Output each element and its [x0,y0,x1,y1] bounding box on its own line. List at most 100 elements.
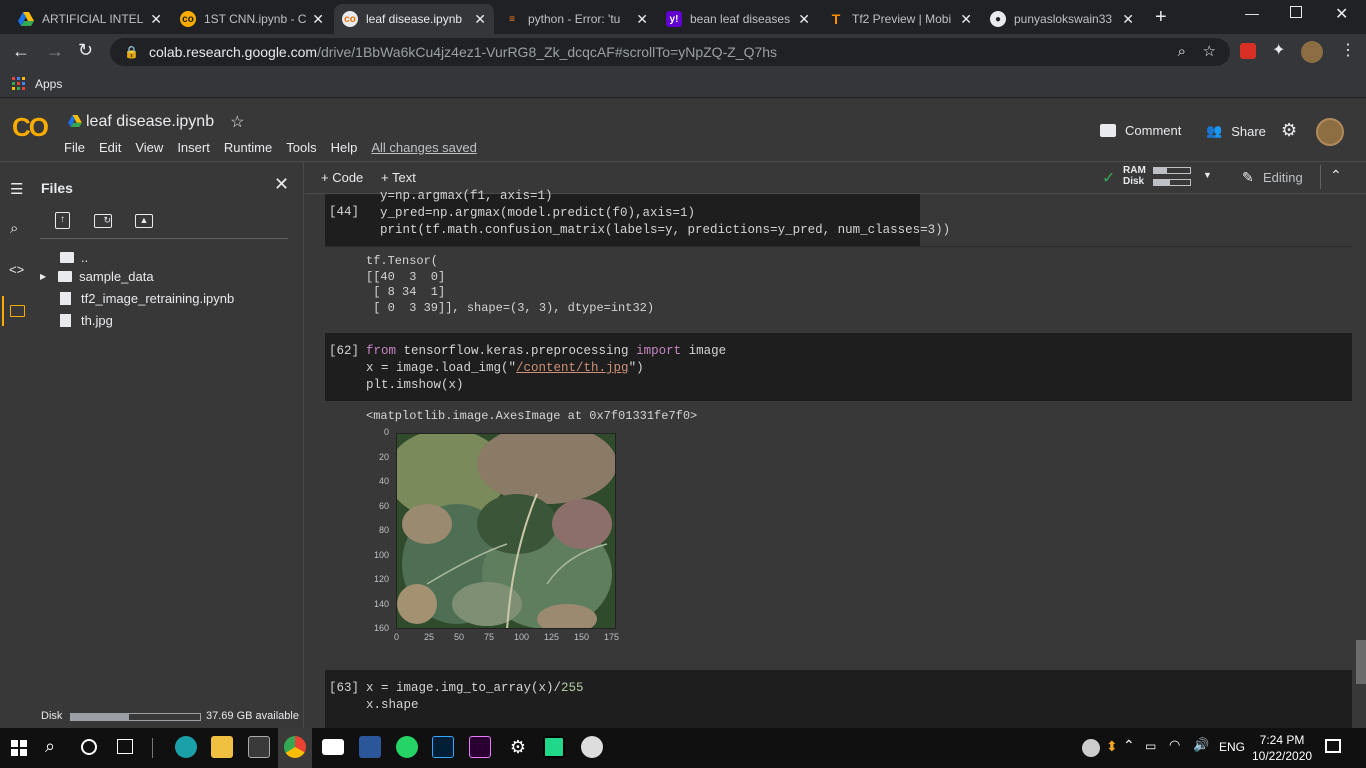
notebook-title[interactable]: leaf disease.ipynb [86,113,214,131]
task-view-icon[interactable] [117,739,133,754]
close-tab-icon[interactable]: ✕ [474,11,486,28]
minimize-icon[interactable]: — [1245,5,1259,21]
code-cell[interactable]: [44] y=np.argmax(f1, axis=1) y_pred=np.a… [325,189,950,246]
close-tab-icon[interactable]: ✕ [960,11,972,28]
code-line[interactable]: print(tf.math.confusion_matrix(labels=y,… [380,222,950,239]
editing-mode[interactable]: Editing [1263,170,1303,185]
apps-bookmark[interactable]: Apps [35,77,62,91]
code-snippets-icon[interactable]: <> [9,262,24,277]
browser-tab[interactable]: ≡ python - Error: 'tu ✕ [496,4,656,34]
colab-logo[interactable]: CO [12,112,49,143]
user-avatar[interactable] [1316,118,1344,146]
whatsapp-icon[interactable] [396,736,418,758]
upload-icon[interactable]: ↑ [55,212,70,229]
battery-icon[interactable]: ▭ [1145,739,1156,753]
code-cell[interactable]: [62] from tensorflow.keras.preprocessing… [325,333,1352,401]
restore-icon[interactable] [1290,6,1302,18]
close-tab-icon[interactable]: ✕ [636,11,648,28]
edge-icon[interactable] [175,736,197,758]
browser-tab[interactable]: T Tf2 Preview | Mobi ✕ [820,4,980,34]
settings-gear-icon[interactable]: ⚙ [1281,120,1297,141]
browser-tab[interactable]: co 1ST CNN.ipynb - C ✕ [172,4,332,34]
resources-dropdown-icon[interactable]: ▼ [1203,170,1212,180]
new-tab-icon[interactable]: + [1155,6,1167,29]
code-line[interactable]: y_pred=np.argmax(model.predict(f0),axis=… [380,205,695,222]
add-code-button[interactable]: + Code [321,170,363,185]
table-of-contents-icon[interactable]: ☰ [10,180,23,198]
mount-drive-icon[interactable]: ▲ [135,214,153,228]
wifi-icon[interactable]: ◠ [1169,737,1180,753]
file-row[interactable]: th.jpg [60,310,113,330]
show-hidden-icons[interactable]: ⌃ [1123,737,1135,754]
menu-edit[interactable]: Edit [99,140,121,155]
back-icon[interactable]: ← [12,41,30,62]
code-line[interactable]: y=np.argmax(f1, axis=1) [380,188,553,205]
bookmark-star-icon[interactable]: ☆ [1203,42,1216,60]
tray-app-icon[interactable] [1082,739,1100,757]
language-indicator[interactable]: ENG [1219,740,1245,754]
premiere-icon[interactable] [469,736,491,758]
string-literal[interactable]: /content/th.jpg [516,361,629,375]
comment-button[interactable]: Comment [1125,123,1181,138]
extensions-puzzle-icon[interactable]: ✦ [1272,40,1285,60]
clock[interactable]: 7:24 PM 10/22/2020 [1252,732,1312,764]
cortana-icon[interactable] [81,739,97,755]
refresh-folder-icon[interactable]: ↻ [94,214,112,228]
app-icon[interactable] [581,736,603,758]
menu-view[interactable]: View [135,140,163,155]
code-cell[interactable]: [63] x = image.img_to_array(x)/255 x.sha… [325,670,1352,728]
menu-help[interactable]: Help [331,140,358,155]
apps-grid-icon[interactable] [12,77,25,90]
file-row-folder[interactable]: ▶ sample_data [40,266,154,286]
share-button[interactable]: Share [1231,124,1266,139]
chrome-menu-icon[interactable]: ⋮ [1340,40,1356,60]
file-row-parent[interactable]: .. [60,247,88,267]
search-icon[interactable]: ⌕ [10,220,18,237]
code-line[interactable]: x.shape [366,697,419,714]
volume-icon[interactable]: 🔊 [1193,737,1209,753]
extension-icon[interactable] [1240,43,1256,59]
file-explorer-icon[interactable] [211,736,233,758]
action-center-icon[interactable] [1325,739,1341,753]
code-line[interactable]: x = image.load_img("/content/th.jpg") [366,360,644,377]
code-line[interactable]: x = image.img_to_array(x)/255 [366,680,584,697]
browser-tab[interactable]: ARTIFICIAL INTELLI ✕ [10,4,170,34]
menu-file[interactable]: File [64,140,85,155]
browser-tab[interactable]: ● punyaslokswain33 ✕ [982,4,1142,34]
resources-widget[interactable]: RAM Disk [1123,165,1146,187]
close-tab-icon[interactable]: ✕ [1122,11,1134,28]
photoshop-icon[interactable] [432,736,454,758]
expand-arrow-icon[interactable]: ▶ [40,272,46,281]
folder-icon[interactable] [10,305,25,317]
close-tab-icon[interactable]: ✕ [150,11,162,28]
menu-tools[interactable]: Tools [286,140,316,155]
profile-avatar[interactable] [1301,41,1323,63]
save-status[interactable]: All changes saved [371,140,477,155]
settings-icon[interactable]: ⚙ [507,736,529,758]
menu-insert[interactable]: Insert [177,140,210,155]
browser-tab-active[interactable]: co leaf disease.ipynb ✕ [334,4,494,34]
close-tab-icon[interactable]: ✕ [798,11,810,28]
window-close-icon[interactable]: ✕ [1335,4,1348,24]
close-tab-icon[interactable]: ✕ [312,11,324,28]
code-line[interactable]: from tensorflow.keras.preprocessing impo… [366,343,726,360]
windows-start-icon[interactable] [11,740,27,756]
file-row[interactable]: tf2_image_retraining.ipynb [60,288,234,308]
chrome-icon[interactable] [284,736,306,758]
mail-icon[interactable] [322,739,344,755]
add-text-button[interactable]: + Text [381,170,416,185]
code-line[interactable]: plt.imshow(x) [366,377,464,394]
close-panel-icon[interactable]: ✕ [274,174,289,195]
star-icon[interactable]: ☆ [230,112,244,132]
pycharm-icon[interactable] [543,736,565,758]
zoom-icon[interactable]: ⌕ [1178,43,1186,60]
store-icon[interactable] [248,736,270,758]
browser-tab[interactable]: y! bean leaf diseases ✕ [658,4,818,34]
forward-icon[interactable]: → [46,41,64,62]
menu-runtime[interactable]: Runtime [224,140,272,155]
tray-app-icon[interactable]: ⬍ [1106,738,1118,755]
url-field[interactable]: 🔒 colab.research.google.com/drive/1BbWa6… [110,38,1230,66]
reload-icon[interactable]: ↻ [78,40,93,61]
search-icon[interactable]: ⌕ [45,736,55,757]
collapse-header-icon[interactable]: ⌃ [1330,167,1342,184]
